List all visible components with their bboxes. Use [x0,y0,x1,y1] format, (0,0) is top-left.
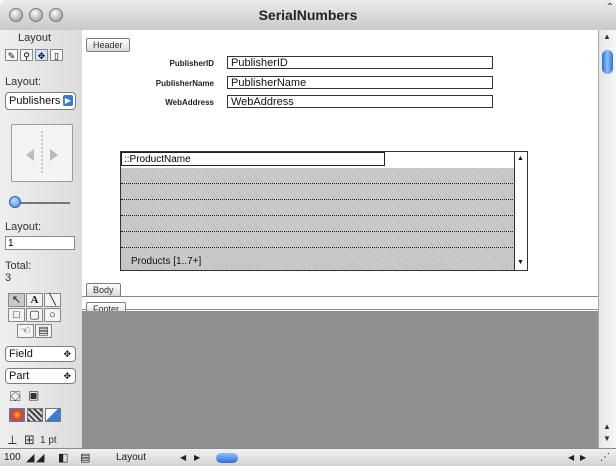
mode-label: Layout [18,32,52,44]
total-label: Total: [5,260,32,272]
status-area: Layout ✎ ⚲ ✥ ▯ Layout: Publishers ▶ Layo… [0,30,83,456]
popup-arrow-icon: ▶ [63,95,73,106]
layout-label: Layout: [5,76,42,88]
browse-mode-icon[interactable]: ✎ [5,49,18,61]
bottom-status-bar: 100 ◢ ◢ ◧ ▤ Layout ◀ ▶ ◀ ▶ ⋰ [0,448,616,466]
field-publisher-name[interactable]: PublisherName [227,76,493,89]
scroll-left-icon[interactable]: ◀ [180,452,186,464]
part-tool-popup[interactable]: Part ✥ [5,368,76,384]
portal-scrollbar[interactable]: ▲ ▼ [514,152,527,270]
resize-grip-icon[interactable]: ⋰ [600,452,610,464]
layout-number-label: Layout: [5,221,42,233]
layout-number-field[interactable]: 1 [5,236,75,250]
app-window: SerialNumbers ⌃ Layout ✎ ⚲ ✥ ▯ Layout: P… [0,0,616,466]
portal-scroll-down-icon[interactable]: ▼ [516,258,525,267]
footer-part-boundary[interactable] [82,309,598,310]
scroll-right-end-icon[interactable]: ▶ [580,452,586,464]
line-width-label[interactable]: 1 pt [40,435,57,446]
portal-footer-label: Products [1..7+] [131,256,202,267]
portal-row [121,216,517,232]
toolbar-toggle-icon[interactable]: ⌃ [606,2,614,13]
products-portal[interactable]: ::ProductName Products [1..7+] ▲ ▼ [120,151,528,271]
field-tool-label: Field [9,348,33,360]
line-pattern-icon[interactable]: ⊞ [24,432,35,448]
scroll-right-icon[interactable]: ▶ [194,452,200,464]
portal-row [121,168,517,184]
status-toggle-icon[interactable]: ◧ [58,452,68,464]
field-label-web-address: WebAddress [165,98,214,107]
field-label-publisher-id: PublisherID [169,59,214,68]
mode-popup[interactable]: Layout [116,452,146,464]
horizontal-scroll-thumb[interactable] [216,453,238,463]
fill-pattern-swatch[interactable] [27,408,43,422]
vertical-scrollbar[interactable]: ▲ ▲ ▼ [598,30,616,448]
field-tool-popup[interactable]: Field ✥ [5,346,76,362]
window-title: SerialNumbers [258,7,358,23]
portal-row [121,232,517,248]
pointer-tool-icon[interactable]: ↖ [8,293,25,307]
effects-swatch[interactable] [45,408,61,422]
vertical-scroll-thumb[interactable] [602,50,613,74]
find-mode-icon[interactable]: ⚲ [20,49,33,61]
portal-row [121,200,517,216]
layout-popup-value: Publishers [9,95,61,107]
scroll-up-icon[interactable]: ▲ [603,32,611,41]
body-part-tab[interactable]: Body [86,283,121,297]
fill-color-swatch[interactable] [9,408,25,422]
line-tool-icon[interactable]: ╲ [44,293,61,307]
zoom-out-icon[interactable]: ◢ [26,452,34,464]
button-tools: ☜ ▤ [17,324,52,338]
record-slider-knob[interactable] [9,196,21,208]
field-publisher-id[interactable]: PublisherID [227,56,493,69]
layout-flip-book[interactable] [11,124,73,182]
rectangle-tool-icon[interactable]: □ [8,308,25,322]
rounded-rectangle-tool-icon[interactable]: ▢ [26,308,43,322]
portal-row [121,184,517,200]
field-web-address[interactable]: WebAddress [227,95,493,108]
portal-field-product-name[interactable]: ::ProductName [121,152,385,166]
format-painter-icon[interactable]: ▣ [28,388,39,402]
header-part-tab[interactable]: Header [86,38,130,52]
line-color-icon[interactable]: ⟂ [8,432,17,448]
field-label-publisher-name: PublisherName [155,79,214,88]
body-part-boundary[interactable] [82,296,598,297]
field-tool-icon: ✥ [63,349,71,359]
layout-tools: ↖ A ╲ □ ▢ ○ [8,293,61,322]
total-value: 3 [5,272,12,284]
portal-tool-icon[interactable]: ▤ [35,324,52,338]
scroll-up-arrow-icon[interactable]: ▲ [603,422,611,431]
scroll-left-end-icon[interactable]: ◀ [568,452,574,464]
part-tool-label: Part [9,370,30,382]
layout-popup[interactable]: Publishers ▶ [5,92,76,110]
zoom-level: 100 [4,452,21,463]
non-layout-area [82,311,598,448]
mode-menu-icon[interactable]: ▤ [80,452,90,464]
oval-tool-icon[interactable]: ○ [44,308,61,322]
layout-canvas[interactable]: Header PublisherID PublisherID Publisher… [82,33,598,448]
fill-bucket-icon[interactable]: ⛋ [10,388,21,405]
preview-mode-icon[interactable]: ▯ [50,49,63,61]
title-bar: SerialNumbers ⌃ [0,0,616,31]
text-tool-icon[interactable]: A [26,293,43,307]
layout-mode-icon[interactable]: ✥ [35,49,48,61]
part-tool-icon: ✥ [63,371,71,381]
zoom-in-icon[interactable]: ◢ [36,452,44,464]
button-tool-icon[interactable]: ☜ [17,324,34,338]
portal-scroll-up-icon[interactable]: ▲ [516,154,525,163]
scroll-down-icon[interactable]: ▼ [603,434,611,443]
flip-book-icon [26,131,58,175]
